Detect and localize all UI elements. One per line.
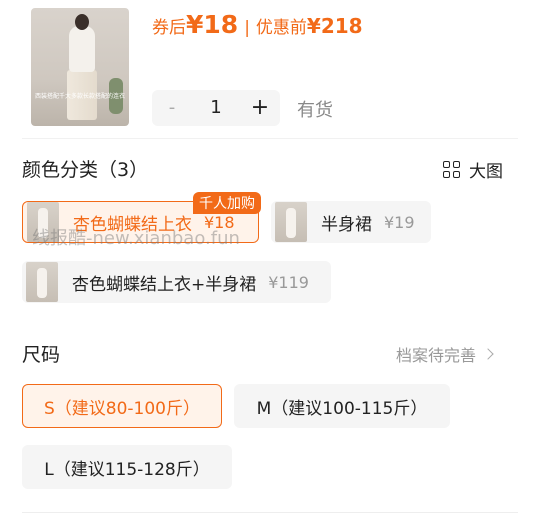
original-price-value: ¥218 bbox=[306, 14, 363, 38]
coupon-price-label: 券后 bbox=[152, 18, 186, 38]
thumbnail-figure-head bbox=[75, 14, 89, 30]
price-line: 券后¥18 | 优惠前¥218 bbox=[152, 10, 363, 39]
bottom-divider bbox=[22, 512, 518, 513]
coupon-price-value: ¥18 bbox=[186, 10, 239, 39]
color-option-price: ¥19 bbox=[384, 212, 415, 232]
thumbnail-figure-body bbox=[69, 26, 95, 72]
color-option-name: 杏色蝴蝶结上衣+半身裙 bbox=[72, 274, 257, 295]
size-section-title: 尺码 bbox=[22, 344, 61, 366]
chevron-right-icon bbox=[482, 348, 494, 360]
original-price-label: 优惠前 bbox=[255, 18, 307, 38]
size-archive-label: 档案待完善 bbox=[396, 346, 477, 365]
grid-view-icon bbox=[443, 160, 461, 179]
color-option-thumbnail bbox=[26, 262, 58, 302]
size-option-s[interactable]: S（建议80-100斤） bbox=[22, 384, 222, 428]
color-option-name: 半身裙 bbox=[321, 214, 372, 235]
decrement-button[interactable]: - bbox=[152, 90, 192, 126]
increment-button[interactable]: + bbox=[240, 90, 280, 126]
size-option-m[interactable]: M（建议100-115斤） bbox=[234, 384, 450, 428]
quantity-stepper: - 1 + bbox=[152, 90, 280, 126]
color-option-set[interactable]: 杏色蝴蝶结上衣+半身裙 ¥119 bbox=[22, 261, 331, 303]
product-thumbnail[interactable]: 西装搭配千大多款长款搭配的连衣裙 bbox=[31, 8, 129, 126]
color-option-price: ¥119 bbox=[268, 272, 309, 292]
stock-status: 有货 bbox=[297, 100, 333, 121]
size-archive-link[interactable]: 档案待完善 bbox=[396, 342, 494, 366]
big-picture-label: 大图 bbox=[469, 162, 503, 182]
price-separator: | bbox=[244, 18, 250, 38]
section-divider bbox=[22, 138, 518, 139]
color-section-title: 颜色分类（3） bbox=[22, 159, 149, 181]
thumbnail-caption: 西装搭配千大多款长款搭配的连衣裙 bbox=[35, 93, 125, 100]
popular-badge: 千人加购 bbox=[193, 192, 261, 214]
watermark-text: 线报酷-new.xianbao.fun bbox=[32, 228, 240, 249]
size-option-l[interactable]: L（建议115-128斤） bbox=[22, 445, 232, 489]
quantity-value[interactable]: 1 bbox=[192, 90, 240, 126]
color-option-thumbnail bbox=[275, 202, 307, 242]
big-picture-toggle[interactable]: 大图 bbox=[443, 157, 503, 182]
color-option-skirt[interactable]: 半身裙 ¥19 bbox=[271, 201, 431, 243]
